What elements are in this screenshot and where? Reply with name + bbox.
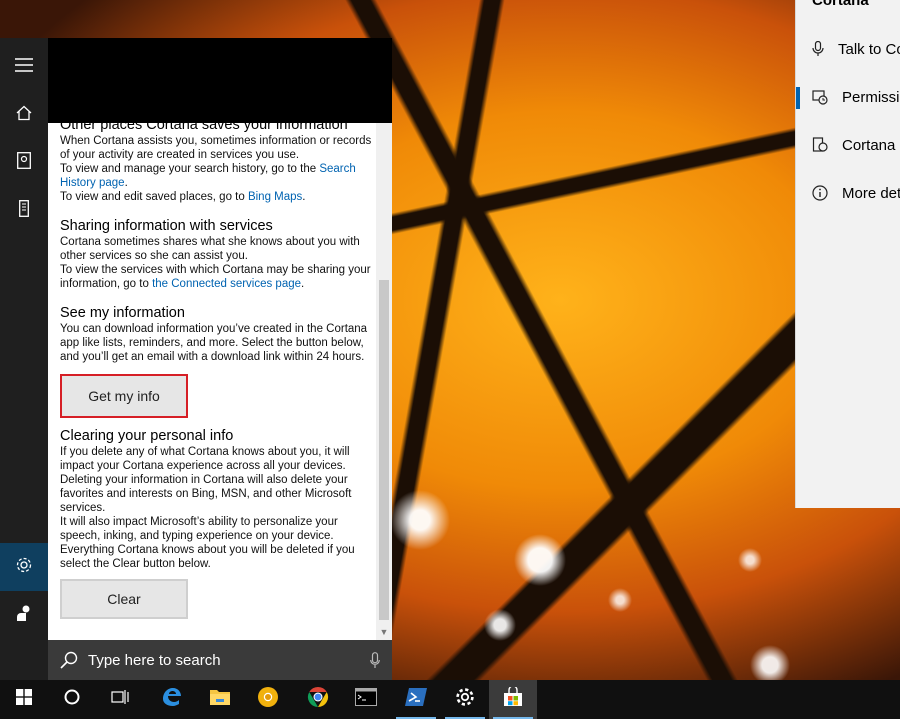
settings-item-label: More details <box>842 184 900 202</box>
cortana-rail <box>0 38 48 680</box>
edge-button[interactable] <box>147 680 195 719</box>
get-my-info-button[interactable]: Get my info <box>62 376 186 416</box>
section-text: You can download information you’ve crea… <box>60 323 368 363</box>
scrollbar-thumb[interactable] <box>379 280 389 620</box>
bing-maps-link[interactable]: Bing Maps <box>248 191 302 203</box>
hamburger-menu-button[interactable] <box>0 43 48 91</box>
section-title: See my information <box>60 305 185 321</box>
settings-item-label: Permissions & History <box>842 88 900 106</box>
task-view-icon <box>111 689 129 710</box>
rail-home-button[interactable] <box>0 91 48 139</box>
search-icon <box>60 651 78 669</box>
feedback-icon <box>15 604 33 627</box>
windows-logo-icon <box>16 689 32 710</box>
settings-item-talk-to-cortana[interactable]: Talk to Cortana <box>796 32 900 66</box>
section-text: If you delete any of what Cortana knows … <box>60 446 352 514</box>
chrome-button[interactable] <box>294 680 342 719</box>
store-button[interactable] <box>489 680 537 719</box>
rail-devices-button[interactable] <box>0 187 48 235</box>
connected-services-link[interactable]: the Connected services page <box>152 278 301 290</box>
section-text: Cortana sometimes shares what she knows … <box>60 236 360 262</box>
scroll-down-arrow-icon[interactable]: ▼ <box>376 624 392 640</box>
gear-icon <box>15 556 33 579</box>
info-icon <box>812 185 828 201</box>
settings-item-label: Cortana across my devices <box>842 136 900 154</box>
settings-item-cortana-devices[interactable]: Cortana across my devices <box>796 128 900 162</box>
section-text: To view and edit saved places, go to Bin… <box>60 191 306 203</box>
folder-icon <box>209 688 231 711</box>
section-text: To view and manage your search history, … <box>60 163 356 189</box>
notebook-icon <box>17 152 31 174</box>
command-prompt-button[interactable] <box>342 680 390 719</box>
settings-item-permissions[interactable]: Permissions & History <box>796 80 900 114</box>
canary-icon <box>257 686 279 713</box>
cmd-icon <box>355 688 377 711</box>
shield-history-icon <box>812 89 828 105</box>
cortana-button[interactable] <box>48 680 96 719</box>
cortana-circle-icon <box>64 689 80 710</box>
section-title: Other places Cortana saves your informat… <box>60 123 348 133</box>
cortana-content: Other places Cortana saves your informat… <box>48 123 376 640</box>
taskbar-search-box[interactable] <box>48 640 392 680</box>
rail-settings-button[interactable] <box>0 543 48 591</box>
task-view-button[interactable] <box>96 680 144 719</box>
section-title: Sharing information with services <box>60 218 273 234</box>
rail-notebook-button[interactable] <box>0 139 48 187</box>
powershell-button[interactable] <box>392 680 440 719</box>
settings-window: Cortana Talk to Cortana Permissions & Hi… <box>795 0 900 508</box>
edge-icon <box>160 686 182 713</box>
powershell-icon <box>405 688 427 711</box>
taskbar <box>0 680 900 719</box>
settings-title: Cortana <box>812 0 869 9</box>
section-text: When Cortana assists you, sometimes info… <box>60 135 372 161</box>
device-cortana-icon <box>812 137 828 153</box>
cortana-pane: Other places Cortana saves your informat… <box>0 38 392 680</box>
chrome-canary-button[interactable] <box>244 680 292 719</box>
section-text: To view the services with which Cortana … <box>60 264 371 290</box>
chrome-icon <box>307 686 329 713</box>
search-input[interactable] <box>88 651 358 669</box>
device-icon <box>19 200 29 222</box>
rail-feedback-button[interactable] <box>0 591 48 639</box>
store-icon <box>503 685 523 712</box>
get-my-info-highlight: Get my info <box>60 374 188 418</box>
microphone-icon <box>812 41 824 57</box>
settings-app-button[interactable] <box>441 680 489 719</box>
microphone-icon[interactable] <box>358 651 392 669</box>
hamburger-icon <box>15 57 33 77</box>
gear-icon <box>455 687 475 712</box>
home-icon <box>16 105 32 126</box>
start-button[interactable] <box>0 680 48 719</box>
settings-item-label: Talk to Cortana <box>838 40 900 58</box>
section-title: Clearing your personal info <box>60 428 234 444</box>
settings-item-more-details[interactable]: More details <box>796 176 900 210</box>
cortana-header <box>48 38 392 123</box>
file-explorer-button[interactable] <box>196 680 244 719</box>
clear-button[interactable]: Clear <box>60 579 188 619</box>
section-text: It will also impact Microsoft’s ability … <box>60 516 355 570</box>
content-scrollbar[interactable]: ▼ <box>376 123 392 640</box>
